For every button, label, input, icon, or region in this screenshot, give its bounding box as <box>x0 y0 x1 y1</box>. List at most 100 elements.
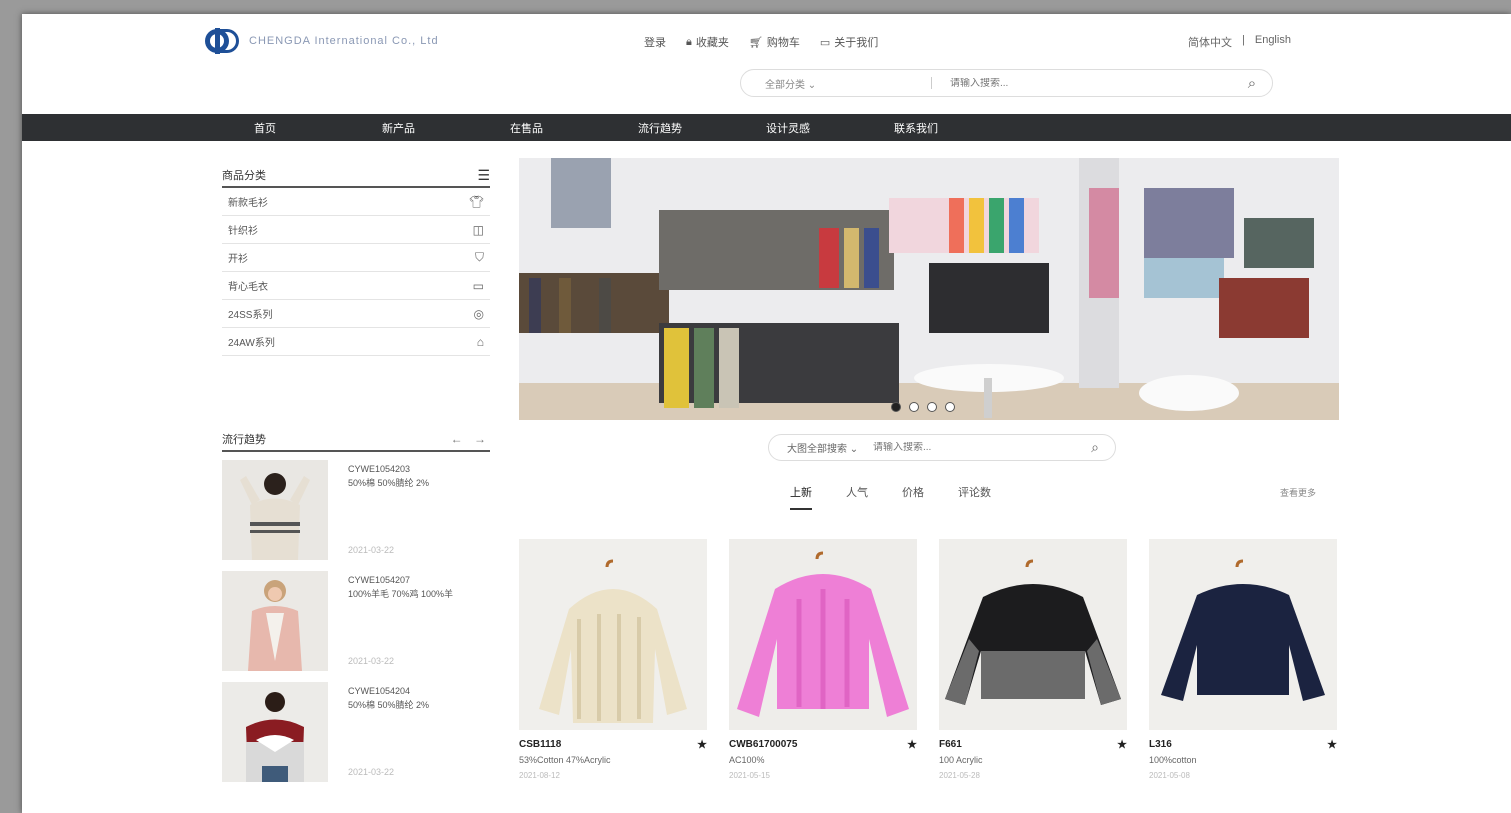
product-desc: 53%Cotton 47%Acrylic <box>519 755 611 765</box>
favorites-link[interactable]: 🔒︎ 收藏夹 <box>686 34 729 50</box>
product-image <box>729 539 917 730</box>
star-icon[interactable]: ★ <box>1327 738 1337 751</box>
trend-item[interactable]: CYWE1054204 50%棉 50%腈纶 2% 2021-03-22 <box>222 682 490 785</box>
search-divider <box>931 77 932 89</box>
product-image <box>519 539 707 730</box>
sidebar-item[interactable]: 开衫 ⛉ <box>222 244 490 272</box>
lang-en[interactable]: English <box>1255 34 1291 50</box>
top-links: 登录 🔒︎ 收藏夹 🛒︎ 购物车 ▭ 关于我们 <box>644 34 878 50</box>
showroom-image <box>519 158 1339 420</box>
sidebar-item-label: 背心毛衣 <box>228 282 268 293</box>
product-search-category[interactable]: 大图全部搜索 ⌄ <box>769 440 873 455</box>
nav-inspiration[interactable]: 设计灵感 <box>766 120 894 136</box>
sidebar-title: 商品分类 <box>222 170 266 182</box>
search-icon[interactable]: ⌕ <box>1232 75 1272 92</box>
sidebar-item-label: 24AW系列 <box>228 338 275 349</box>
more-link[interactable]: 查看更多 <box>1280 486 1316 499</box>
star-icon[interactable]: ★ <box>907 738 917 751</box>
star-icon[interactable]: ★ <box>1117 738 1127 751</box>
trend-desc: 50%棉 50%腈纶 2% <box>348 478 430 488</box>
logo[interactable]: CHENGDA International Co., Ltd <box>205 28 439 54</box>
login-link-label: 登录 <box>644 37 666 49</box>
carousel-dot[interactable] <box>945 402 955 412</box>
trend-image <box>222 682 328 782</box>
product-date: 2021-08-12 <box>519 771 560 780</box>
cart-link[interactable]: 🛒︎ 购物车 <box>749 34 800 50</box>
hero-banner[interactable] <box>519 158 1339 420</box>
sidebar-item[interactable]: 新款毛衫 👕︎ <box>222 188 490 216</box>
search-category-select[interactable]: 全部分类 ⌄ <box>741 76 871 91</box>
carousel-dot[interactable] <box>927 402 937 412</box>
sweater-icon: 👕︎ <box>468 194 484 209</box>
lang-divider: | <box>1242 34 1245 46</box>
tab-price[interactable]: 价格 <box>902 484 924 510</box>
nav-trends[interactable]: 流行趋势 <box>638 120 766 136</box>
carousel-dot[interactable] <box>891 402 901 412</box>
product-card[interactable]: CWB61700075 ★ AC100% 2021-05-15 <box>729 539 917 780</box>
knit-icon: ◫ <box>472 222 484 237</box>
trends-panel: 流行趋势 ← → CYWE1054203 50%棉 50%腈纶 2% 2021-… <box>222 428 490 785</box>
product-code: CWB61700075 <box>729 739 798 750</box>
favorites-link-label: 收藏夹 <box>695 37 729 49</box>
search-icon[interactable]: ⌕ <box>1075 439 1115 456</box>
product-title-row: CWB61700075 ★ <box>729 738 917 751</box>
tab-popular[interactable]: 人气 <box>846 484 868 510</box>
language-switch: 简体中文 | English <box>1188 34 1291 50</box>
sidebar-item[interactable]: 针织衫 ◫ <box>222 216 490 244</box>
product-card[interactable]: F661 ★ 100 Acrylic 2021-05-28 <box>939 539 1127 780</box>
trends-header: 流行趋势 ← → <box>222 428 490 452</box>
product-code: L316 <box>1149 739 1172 750</box>
product-card[interactable]: CSB1118 ★ 53%Cotton 47%Acrylic 2021-08-12 <box>519 539 707 780</box>
trend-date: 2021-03-22 <box>348 545 395 555</box>
nav-onsale[interactable]: 在售品 <box>510 120 638 136</box>
trend-date: 2021-03-22 <box>348 656 395 666</box>
nav-new[interactable]: 新产品 <box>382 120 510 136</box>
cart-icon: 🛒︎ <box>748 36 763 49</box>
product-title-row: F661 ★ <box>939 738 1127 751</box>
info-icon: ▭ <box>819 36 831 49</box>
star-icon[interactable]: ★ <box>697 738 707 751</box>
about-link[interactable]: ▭ 关于我们 <box>820 34 878 50</box>
lock-icon: 🔒︎ <box>686 35 692 48</box>
trend-desc: 100%羊毛 70%鸡 100%羊 <box>348 589 454 599</box>
product-image <box>939 539 1127 730</box>
product-date: 2021-05-28 <box>939 771 980 780</box>
product-date: 2021-05-08 <box>1149 771 1190 780</box>
carousel-dot[interactable] <box>909 402 919 412</box>
product-code: F661 <box>939 739 962 750</box>
sidebar-item[interactable]: 24AW系列 ⌂ <box>222 328 490 356</box>
menu-icon[interactable]: ☰ <box>477 167 490 184</box>
product-title-row: L316 ★ <box>1149 738 1337 751</box>
sidebar-item[interactable]: 24SS系列 ◎ <box>222 300 490 328</box>
chevron-down-icon: ⌄ <box>807 79 817 91</box>
trend-info: CYWE1054207 100%羊毛 70%鸡 100%羊 2021-03-22 <box>348 571 488 674</box>
login-link[interactable]: 登录 <box>644 34 666 50</box>
product-desc: 100%cotton <box>1149 755 1197 765</box>
sidebar-header: 商品分类 ☰ <box>222 164 490 188</box>
product-card[interactable]: L316 ★ 100%cotton 2021-05-08 <box>1149 539 1337 780</box>
tab-new[interactable]: 上新 <box>790 484 812 510</box>
category-sidebar: 商品分类 ☰ 新款毛衫 👕︎ 针织衫 ◫ 开衫 ⛉ 背心毛衣 ▭ 24SS系列 ◎ 24A… <box>222 164 490 356</box>
trend-item[interactable]: CYWE1054203 50%棉 50%腈纶 2% 2021-03-22 <box>222 460 490 563</box>
search-input[interactable] <box>950 77 1232 89</box>
main-nav: 首页 新产品 在售品 流行趋势 设计灵感 联系我们 <box>22 114 1511 141</box>
product-search-input[interactable] <box>873 442 1075 453</box>
nav-home[interactable]: 首页 <box>254 120 382 136</box>
trend-image <box>222 571 328 671</box>
lang-zh[interactable]: 简体中文 <box>1188 34 1232 50</box>
glasses-icon: ◎ <box>473 306 484 321</box>
sidebar-item-label: 针织衫 <box>228 226 258 237</box>
tab-reviews[interactable]: 评论数 <box>958 484 991 510</box>
product-grid: CSB1118 ★ 53%Cotton 47%Acrylic 2021-08-12… <box>519 539 1337 780</box>
trend-item[interactable]: CYWE1054207 100%羊毛 70%鸡 100%羊 2021-03-22 <box>222 571 490 674</box>
page-frame: CHENGDA International Co., Ltd 登录 🔒︎ 收藏夹 … <box>22 14 1511 813</box>
cart-link-label: 购物车 <box>766 37 800 49</box>
trend-code: CYWE1054203 <box>348 464 411 474</box>
product-desc: AC100% <box>729 755 765 765</box>
trend-code: CYWE1054207 <box>348 575 411 585</box>
product-title-row: CSB1118 ★ <box>519 738 707 751</box>
carousel-arrows[interactable]: ← → <box>451 432 490 446</box>
search-category-label: 全部分类 <box>765 79 805 91</box>
sidebar-item[interactable]: 背心毛衣 ▭ <box>222 272 490 300</box>
nav-contact[interactable]: 联系我们 <box>894 120 1022 136</box>
